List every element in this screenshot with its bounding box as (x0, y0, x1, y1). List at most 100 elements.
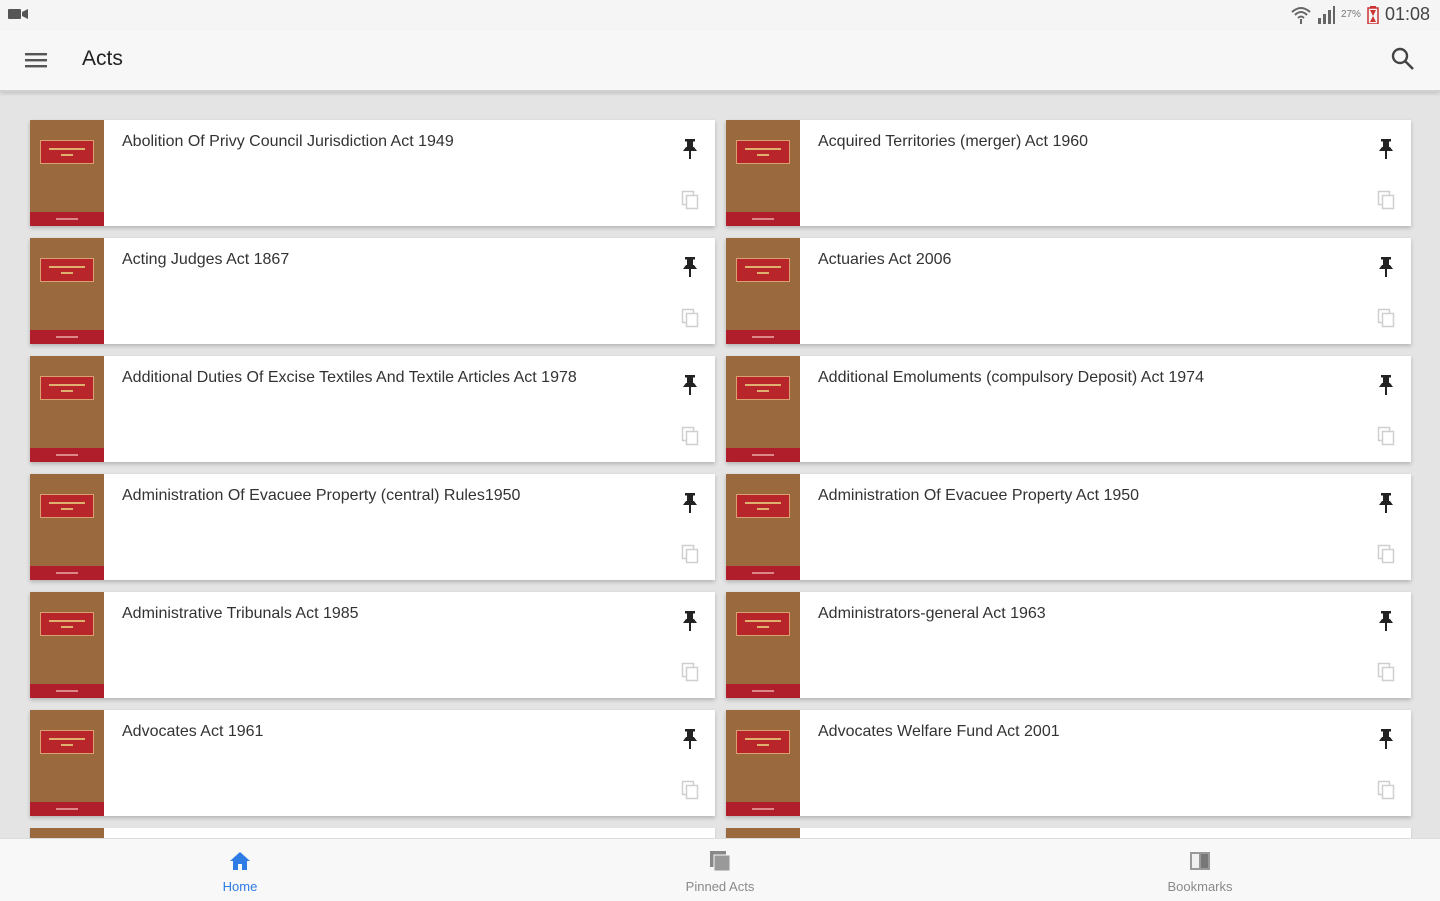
book-cover-label (736, 612, 790, 636)
battery-percent: 27% (1340, 9, 1361, 20)
act-title: Additional Emoluments (compulsory Deposi… (818, 369, 1204, 386)
copy-icon[interactable] (681, 662, 699, 682)
book-cover-band (30, 330, 104, 344)
act-card[interactable]: Acting Judges Act 1867 (30, 238, 715, 344)
battery-icon (1367, 5, 1379, 24)
copy-icon[interactable] (1377, 662, 1395, 682)
act-card[interactable]: Acquired Territories (merger) Act 1960 (726, 120, 1411, 226)
book-cover-band (726, 448, 800, 462)
act-title: Abolition Of Privy Council Jurisdiction … (122, 133, 454, 150)
pin-icon[interactable] (1377, 610, 1395, 632)
act-card[interactable]: Abolition Of Privy Council Jurisdiction … (30, 120, 715, 226)
act-title: Advocates Welfare Fund Act 2001 (818, 723, 1060, 740)
book-cover-label (736, 258, 790, 282)
act-title: Acquired Territories (merger) Act 1960 (818, 133, 1089, 150)
act-card-partial[interactable] (30, 828, 715, 838)
pin-icon[interactable] (1377, 138, 1395, 160)
book-cover-label (736, 730, 790, 754)
copy-icon[interactable] (1377, 190, 1395, 210)
pin-icon[interactable] (1377, 728, 1395, 750)
act-title: Administration Of Evacuee Property Act 1… (818, 487, 1140, 504)
book-cover-label (40, 376, 94, 400)
nav-bookmarks[interactable]: Bookmarks (1100, 839, 1300, 901)
act-card[interactable]: Administration Of Evacuee Property (cent… (30, 474, 715, 580)
book-cover-image (30, 710, 104, 816)
book-cover-image (726, 828, 800, 838)
copy-icon[interactable] (1377, 780, 1395, 800)
book-cover-image (30, 592, 104, 698)
pin-icon[interactable] (1377, 256, 1395, 278)
act-title: Administrators-general Act 1963 (818, 605, 1046, 622)
book-cover-image (30, 120, 104, 226)
book-cover-band (726, 330, 800, 344)
nav-bookmarks-label: Bookmarks (1167, 879, 1233, 894)
signal-icon (1317, 5, 1335, 24)
act-title: Administrative Tribunals Act 1985 (122, 605, 359, 622)
book-cover-band (726, 684, 800, 698)
book-cover-image (726, 474, 800, 580)
pin-icon[interactable] (681, 374, 699, 396)
nav-home-label: Home (222, 879, 258, 894)
copy-icon[interactable] (681, 780, 699, 800)
book-cover-image (726, 710, 800, 816)
pin-icon[interactable] (681, 610, 699, 632)
app-bar: Acts (0, 30, 1440, 92)
status-icons: 27% 01:08 (1291, 4, 1430, 25)
act-card[interactable]: Advocates Act 1961 (30, 710, 715, 816)
pin-icon[interactable] (681, 138, 699, 160)
act-card[interactable]: Administrators-general Act 1963 (726, 592, 1411, 698)
act-card[interactable]: Additional Emoluments (compulsory Deposi… (726, 356, 1411, 462)
book-cover-band (30, 684, 104, 698)
act-title: Advocates Act 1961 (122, 723, 264, 740)
act-card-partial[interactable] (726, 828, 1411, 838)
book-cover-band (726, 212, 800, 226)
book-cover-label (736, 140, 790, 164)
copy-icon[interactable] (1377, 308, 1395, 328)
book-cover-label (40, 730, 94, 754)
pin-icon[interactable] (681, 256, 699, 278)
book-cover-label (40, 140, 94, 164)
act-card[interactable]: Actuaries Act 2006 (726, 238, 1411, 344)
nav-home[interactable]: Home (140, 839, 340, 901)
copy-icon[interactable] (681, 308, 699, 328)
book-cover-label (736, 376, 790, 400)
book-cover-image (726, 120, 800, 226)
book-cover-label (40, 494, 94, 518)
copy-icon[interactable] (681, 544, 699, 564)
book-cover-band (726, 566, 800, 580)
copy-icon[interactable] (681, 190, 699, 210)
bottom-navigation: Home Pinned Acts Bookmarks (0, 838, 1440, 901)
video-camera-icon (8, 9, 28, 19)
pin-icon[interactable] (681, 728, 699, 750)
book-cover-band (30, 212, 104, 226)
copy-icon[interactable] (1377, 426, 1395, 446)
book-cover-band (30, 448, 104, 462)
act-card[interactable]: Administration Of Evacuee Property Act 1… (726, 474, 1411, 580)
act-card[interactable]: Advocates Welfare Fund Act 2001 (726, 710, 1411, 816)
book-cover-image (726, 356, 800, 462)
book-cover-image (30, 356, 104, 462)
status-bar: 27% 01:08 (0, 0, 1440, 30)
book-cover-band (30, 802, 104, 816)
pin-icon[interactable] (1377, 374, 1395, 396)
book-cover-image (30, 238, 104, 344)
act-title: Acting Judges Act 1867 (122, 251, 290, 268)
act-card[interactable]: Additional Duties Of Excise Textiles And… (30, 356, 715, 462)
nav-pinned-acts[interactable]: Pinned Acts (620, 839, 820, 901)
book-cover-image (726, 238, 800, 344)
book-cover-label (736, 494, 790, 518)
book-cover-band (726, 802, 800, 816)
copy-icon[interactable] (681, 426, 699, 446)
menu-icon[interactable] (22, 46, 52, 74)
bookmarks-icon (1190, 852, 1210, 870)
act-card[interactable]: Administrative Tribunals Act 1985 (30, 592, 715, 698)
pin-icon[interactable] (681, 492, 699, 514)
act-title: Additional Duties Of Excise Textiles And… (122, 369, 577, 386)
search-icon[interactable] (1388, 44, 1418, 74)
book-cover-label (40, 612, 94, 636)
book-cover-image (30, 474, 104, 580)
pin-icon[interactable] (1377, 492, 1395, 514)
pinned-acts-icon (710, 851, 731, 872)
book-cover-label (40, 258, 94, 282)
copy-icon[interactable] (1377, 544, 1395, 564)
